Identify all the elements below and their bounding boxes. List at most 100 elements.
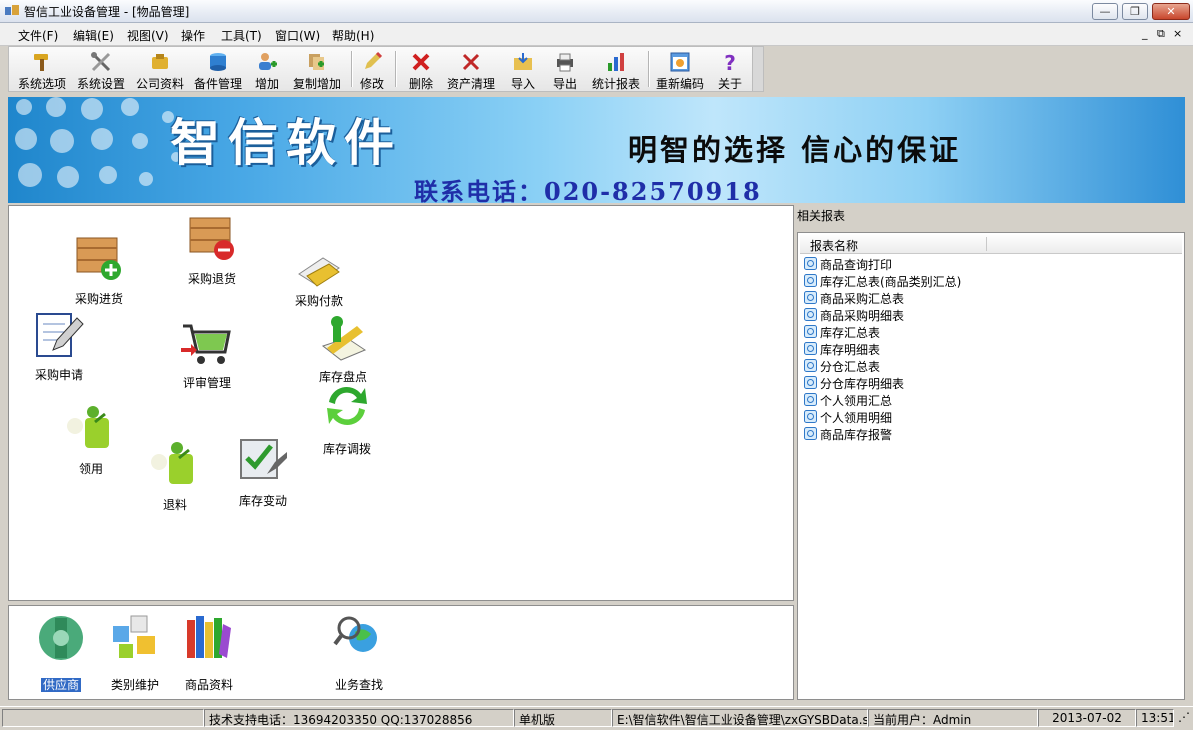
report-icon: [804, 308, 817, 321]
report-icon: [804, 257, 817, 270]
report-item-label: 商品采购明细表: [820, 309, 905, 323]
report-icon: [804, 376, 817, 389]
notebook-pencil-icon: [36, 313, 84, 357]
function-panel: 采购进货 采购退货 采购付款 采购申请 评审管理 库存盘点 库存调拨 领用 退料…: [8, 205, 794, 601]
status-date: 2013-07-02: [1038, 709, 1136, 727]
column-divider[interactable]: [986, 237, 987, 251]
window-title: 智信工业设备管理 - [物品管理]: [24, 5, 190, 19]
report-icon: [804, 291, 817, 304]
review-management-button[interactable]: 评审管理: [181, 318, 231, 390]
banner-brand-text: 智信软件: [170, 113, 402, 172]
restore-button[interactable]: ❐: [1122, 3, 1148, 20]
status-empty-cell: [2, 709, 204, 727]
report-icon: [804, 342, 817, 355]
report-icon: [804, 393, 817, 406]
modify-button[interactable]: 修改: [354, 49, 390, 91]
about-button[interactable]: ? 关于: [712, 49, 748, 91]
import-button[interactable]: 导入: [505, 49, 541, 91]
status-data-path: E:\智信软件\智信工业设备管理\zxGYSBData.sys: [612, 709, 868, 727]
supplier-label: 供应商: [40, 678, 81, 692]
banner-phone: 联系电话：020-82570918: [414, 177, 762, 203]
toolbar-separator: [351, 51, 353, 87]
asset-cleanup-button[interactable]: 资产清理: [443, 49, 499, 91]
toolbar: 系统选项 系统设置 公司资料 备件管理 增加 复制增加 修改 删除 资产清理 导…: [8, 46, 764, 92]
title-bar: 智信工业设备管理 - [物品管理] — ❐ ✕: [0, 0, 1193, 23]
mdi-minimize-button[interactable]: _: [1142, 27, 1148, 40]
statistics-report-button[interactable]: 统计报表: [589, 49, 643, 91]
minimize-button[interactable]: —: [1092, 3, 1118, 20]
bar-chart-icon: [608, 53, 624, 71]
business-search-button[interactable]: 业务查找: [333, 612, 383, 692]
category-maintenance-button[interactable]: 类别维护: [111, 612, 159, 692]
report-item-label: 分仓汇总表: [820, 360, 881, 374]
requisition-button[interactable]: 领用: [67, 404, 111, 476]
question-icon: ?: [724, 51, 736, 73]
mdi-close-button[interactable]: ×: [1173, 27, 1182, 40]
add-button[interactable]: 增加: [249, 49, 285, 91]
close-button[interactable]: ✕: [1152, 3, 1190, 20]
report-item-label: 库存汇总表: [820, 326, 881, 340]
banner-slogan: 明智的选择 信心的保证: [628, 133, 962, 167]
magnifier-globe-icon: [333, 616, 377, 652]
add-user-icon: [259, 53, 277, 70]
puzzle-person-icon: [67, 406, 109, 448]
material-return-button[interactable]: 退料: [151, 440, 195, 512]
delete-button[interactable]: 删除: [401, 49, 441, 91]
menu-help[interactable]: 帮助(H): [332, 27, 374, 44]
inventory-check-icon: [321, 316, 367, 361]
box-add-icon: [76, 237, 121, 280]
report-name-column[interactable]: 报表名称: [810, 237, 858, 254]
status-time: 13:51: [1136, 709, 1174, 727]
recode-button[interactable]: 重新编码: [652, 49, 708, 91]
report-item-label: 库存汇总表(商品类别汇总): [820, 275, 962, 289]
company-icon: [152, 54, 168, 69]
product-info-button[interactable]: 商品资料: [185, 612, 233, 692]
database-icon: [210, 53, 226, 71]
report-icon: [804, 325, 817, 338]
system-settings-button[interactable]: 系统设置: [72, 49, 130, 91]
copy-add-button[interactable]: 复制增加: [287, 49, 347, 91]
company-info-button[interactable]: 公司资料: [131, 49, 189, 91]
report-item-label: 个人领用明细: [820, 411, 893, 425]
copy-add-icon: [309, 54, 324, 70]
company-banner: 智信软件 明智的选择 信心的保证 联系电话：020-82570918: [8, 97, 1185, 203]
export-printer-icon: [557, 53, 573, 72]
shopping-cart-icon: [181, 324, 231, 364]
shortcut-panel: 供应商 类别维护 商品资料 业务查找: [8, 605, 794, 700]
menu-operation[interactable]: 操作: [181, 27, 205, 44]
menu-tools[interactable]: 工具(T): [221, 27, 262, 44]
menu-window[interactable]: 窗口(W): [275, 27, 320, 44]
parts-management-button[interactable]: 备件管理: [189, 49, 247, 91]
resize-grip[interactable]: ⋰: [1174, 709, 1191, 727]
menu-file[interactable]: 文件(F): [18, 27, 58, 44]
supplier-button[interactable]: 供应商: [39, 612, 83, 692]
status-support-phone: 技术支持电话：13694203350 QQ:137028856: [204, 709, 514, 727]
puzzle-person-icon: [151, 442, 193, 484]
purchase-payment-button[interactable]: 采购付款: [295, 244, 343, 310]
mdi-restore-button[interactable]: ⧉: [1157, 27, 1165, 41]
report-item-label: 商品库存报警: [820, 428, 893, 442]
pencil-icon: [365, 51, 383, 69]
inventory-change-button[interactable]: 库存变动: [239, 434, 287, 508]
menu-view[interactable]: 视图(V): [127, 27, 169, 44]
inventory-count-button[interactable]: 库存盘点: [319, 312, 367, 384]
related-reports-title: 相关报表: [797, 209, 846, 223]
tools-icon: [91, 52, 111, 72]
report-icon: [804, 427, 817, 440]
inventory-transfer-button[interactable]: 库存调拨: [323, 380, 371, 456]
export-button[interactable]: 导出: [547, 49, 583, 91]
purchase-request-button[interactable]: 采购申请: [35, 310, 84, 382]
category-cubes-icon: [113, 615, 155, 658]
system-options-button[interactable]: 系统选项: [13, 49, 71, 91]
toolbar-overflow-chevron[interactable]: [752, 47, 763, 91]
box-remove-icon: [189, 217, 234, 260]
report-item-label: 分仓库存明细表: [820, 377, 905, 391]
menu-edit[interactable]: 编辑(E): [73, 27, 114, 44]
checklist-icon: [240, 439, 287, 479]
toolbar-separator: [648, 51, 650, 87]
purchase-receipt-button[interactable]: 采购进货: [75, 230, 123, 306]
purchase-return-button[interactable]: 采购退货: [188, 210, 236, 286]
status-mode: 单机版: [514, 709, 612, 727]
menu-bar: 文件(F) 编辑(E) 视图(V) 操作 工具(T) 窗口(W) 帮助(H) _…: [0, 23, 1193, 46]
delete-x-icon: [412, 53, 430, 71]
